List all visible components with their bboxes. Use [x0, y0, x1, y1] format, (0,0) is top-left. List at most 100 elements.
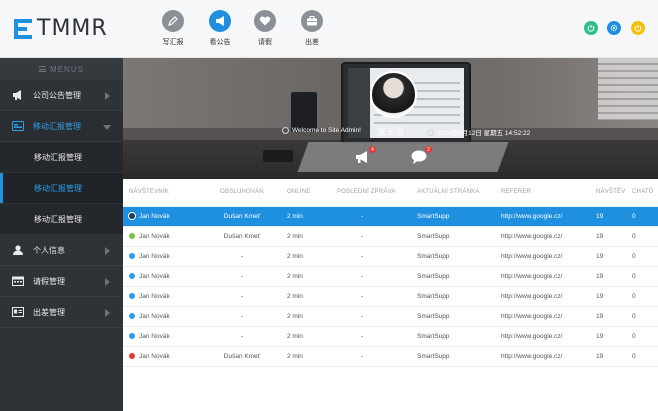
- menus-label: MENUS: [50, 64, 84, 74]
- submenu-label: 移动汇报管理: [34, 183, 82, 193]
- visitor-name: Jan Novák: [139, 212, 170, 220]
- id-card-icon: [12, 307, 24, 317]
- user-name: 张无忌: [377, 127, 405, 137]
- sidebar-item-mobile-report[interactable]: 移动汇报管理: [0, 111, 123, 142]
- status-dot-icon: [129, 332, 135, 339]
- sidebar-item-announcements[interactable]: 公司公告管理: [0, 80, 123, 111]
- leave-request-button[interactable]: 请假: [245, 10, 285, 47]
- visits-cell: 19: [590, 286, 626, 307]
- clock-icon: [282, 127, 289, 134]
- table-row[interactable]: Jan Novák Dušan Kmeť 2 min - SmartSupp http:/…: [123, 226, 658, 247]
- toolbar-label: 看公告: [209, 39, 231, 46]
- table-row[interactable]: Jan Novák Dušan Kmeť 2 min - SmartSupp http:/…: [123, 346, 658, 367]
- chevron-right-icon: [105, 309, 110, 317]
- referer-cell: http://www.google.cz/: [495, 326, 590, 347]
- visitor-name: Jan Novák: [139, 232, 170, 240]
- chevron-right-icon: [105, 278, 110, 286]
- table-row[interactable]: Jan Novák -2 min - SmartSupp http://www.goog…: [123, 306, 658, 327]
- chats-cell: 0: [626, 246, 658, 267]
- top-toolbar: 写汇报 看公告 请假 出差: [123, 0, 658, 58]
- column-header[interactable]: POSLEDNÍ ZPRÁVA: [331, 179, 411, 207]
- column-header[interactable]: AKTUÁLNÍ STRÁNKA: [411, 179, 495, 207]
- avatar[interactable]: [370, 71, 417, 118]
- column-header[interactable]: REFERER: [495, 179, 590, 207]
- table-row[interactable]: Jan Novák -2 min - SmartSupp http://www.goog…: [123, 246, 658, 267]
- current-page-cell: SmartSupp: [411, 246, 495, 267]
- online-cell: 2 min: [281, 246, 331, 267]
- briefcase-icon: [301, 10, 323, 32]
- sidebar-item-label: 请假管理: [33, 276, 65, 286]
- table-row[interactable]: Jan Novák Dušan Kmeť 2 min - SmartSupp http:/…: [123, 206, 658, 227]
- pen-icon: [162, 10, 184, 32]
- served-by-cell: -: [203, 246, 281, 267]
- submenu-label: 移动汇报管理: [34, 214, 82, 224]
- sidebar-item-label: 出差管理: [33, 307, 65, 317]
- window-blinds: [598, 58, 658, 120]
- current-page-cell: SmartSupp: [411, 306, 495, 327]
- visitor-cell: Jan Novák: [123, 306, 203, 327]
- gear-icon[interactable]: [607, 21, 621, 35]
- visitor-cell: Jan Novák: [123, 326, 203, 347]
- column-header[interactable]: ONLINE: [281, 179, 331, 207]
- served-by-cell: -: [203, 286, 281, 307]
- notification-badge: 2: [425, 146, 432, 153]
- visits-cell: 19: [590, 226, 626, 247]
- announcement-notification[interactable]: 4: [355, 146, 376, 164]
- megaphone-icon: [356, 151, 367, 163]
- referer-cell: http://www.google.cz/: [495, 246, 590, 267]
- submenu-item-2[interactable]: 移动汇报管理: [0, 173, 123, 204]
- online-cell: 2 min: [281, 266, 331, 287]
- current-page-cell: SmartSupp: [411, 206, 495, 227]
- online-cell: 2 min: [281, 326, 331, 347]
- submenu-label: 移动汇报管理: [34, 152, 82, 162]
- current-page-cell: SmartSupp: [411, 326, 495, 347]
- notification-badge: 4: [369, 146, 376, 153]
- visits-cell: 19: [590, 306, 626, 327]
- submenu-item-3[interactable]: 移动汇报管理: [0, 204, 123, 235]
- chats-cell: 0: [626, 266, 658, 287]
- sidebar-item-business-trip[interactable]: 出差管理: [0, 297, 123, 328]
- visitors-table: NÁVŠTEVNÍK OBSLUHOVÁN ONLINE POSLEDNÍ ZP…: [123, 179, 658, 411]
- visitor-cell: Jan Novák: [123, 206, 203, 227]
- visitor-cell: Jan Novák: [123, 246, 203, 267]
- chat-icon: [411, 150, 427, 164]
- served-by-cell: -: [203, 326, 281, 347]
- column-header[interactable]: NÁVŠTEVNÍK: [123, 179, 203, 207]
- status-dot-icon: [129, 232, 135, 239]
- visits-cell: 19: [590, 246, 626, 267]
- column-header[interactable]: CHATŮ: [626, 179, 658, 207]
- logout-icon[interactable]: [631, 21, 645, 35]
- referer-cell: http://www.google.cz/: [495, 286, 590, 307]
- table-row[interactable]: Jan Novák -2 min - SmartSupp http://www.goog…: [123, 326, 658, 347]
- logo[interactable]: TMMR: [0, 0, 123, 58]
- current-datetime: 2014年9月12日 星期五 14:52:22: [427, 127, 530, 137]
- sidebar-item-profile[interactable]: 个人信息: [0, 235, 123, 266]
- chats-cell: 0: [626, 346, 658, 367]
- view-announcements-button[interactable]: 看公告: [200, 10, 240, 47]
- visits-cell: 19: [590, 326, 626, 347]
- column-header[interactable]: OBSLUHOVÁN: [203, 179, 281, 207]
- business-trip-button[interactable]: 出差: [292, 10, 332, 47]
- online-cell: 2 min: [281, 206, 331, 227]
- column-header[interactable]: NÁVŠTĚV: [590, 179, 626, 207]
- profile-banner: Welcome to Site Admin! 张无忌 2014年9月12日 星期…: [123, 58, 658, 179]
- calendar-icon: [12, 276, 24, 286]
- last-message-cell: -: [331, 286, 411, 307]
- welcome-message: Welcome to Site Admin!: [282, 127, 361, 134]
- submenu-item-1[interactable]: 移动汇报管理: [0, 142, 123, 173]
- sidebar-item-leave[interactable]: 请假管理: [0, 266, 123, 297]
- write-report-button[interactable]: 写汇报: [153, 10, 193, 47]
- visitor-cell: Jan Novák: [123, 226, 203, 247]
- last-message-cell: -: [331, 206, 411, 227]
- power-icon[interactable]: [584, 21, 598, 35]
- table-row[interactable]: Jan Novák -2 min - SmartSupp http://www.goog…: [123, 266, 658, 287]
- toolbar-label: 出差: [305, 39, 319, 46]
- message-notification[interactable]: 2: [411, 146, 432, 164]
- megaphone-icon: [12, 90, 24, 100]
- logo-icon: [14, 18, 34, 39]
- referer-cell: http://www.google.cz/: [495, 346, 590, 367]
- visitor-name: Jan Novák: [139, 312, 170, 320]
- table-row[interactable]: Jan Novák -2 min - SmartSupp http://www.goog…: [123, 286, 658, 307]
- visitor-cell: Jan Novák: [123, 286, 203, 307]
- report-icon: [12, 121, 24, 131]
